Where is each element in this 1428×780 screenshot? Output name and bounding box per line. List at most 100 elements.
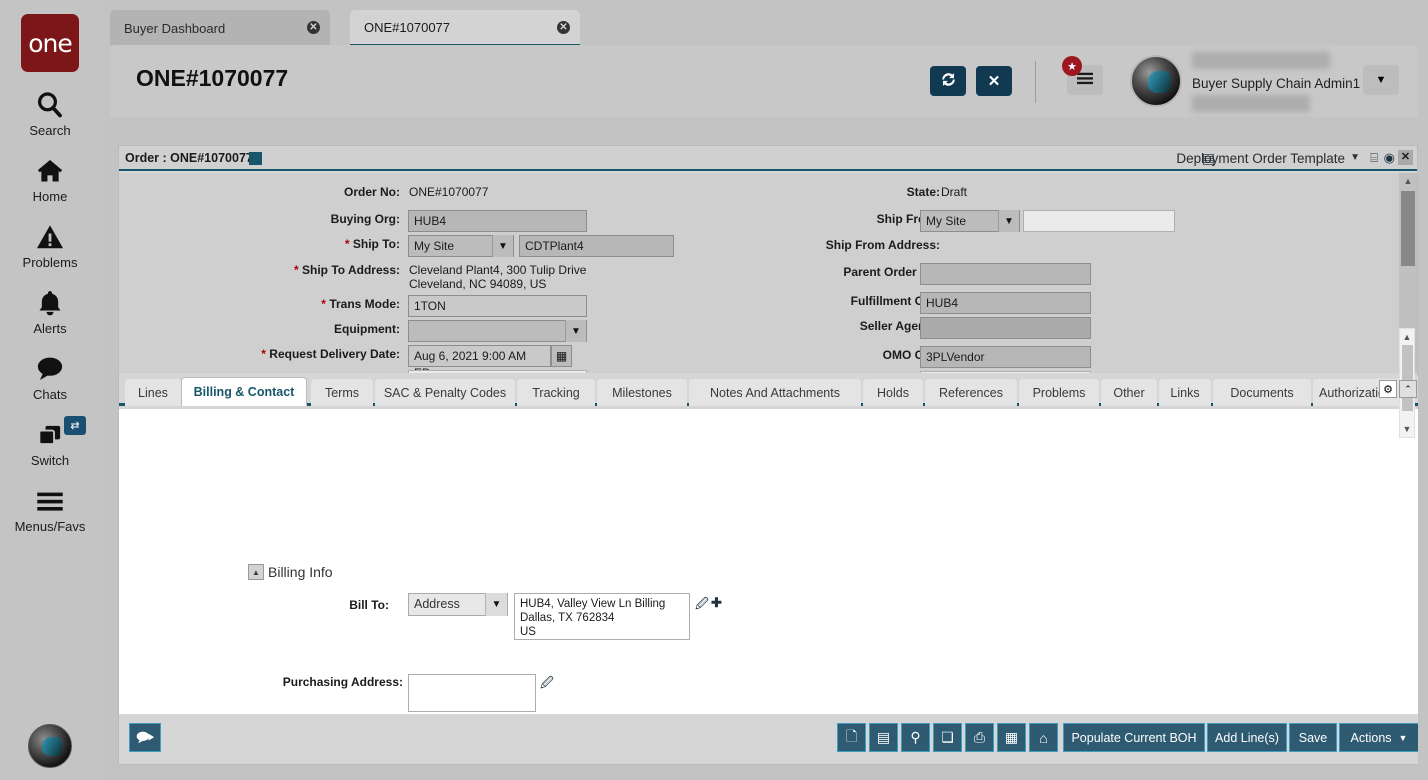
edit-pencil-icon[interactable]: 🖉	[540, 674, 554, 696]
add-lines-button[interactable]: Add Line(s)	[1207, 723, 1287, 752]
tab-holds[interactable]: Holds	[863, 379, 923, 406]
field-request-delivery-date: * Request Delivery Date: Aug 6, 2021 9:0…	[119, 345, 759, 373]
tab-links[interactable]: Links	[1159, 379, 1211, 406]
add-circle-icon[interactable]: ✚	[711, 595, 722, 611]
close-button[interactable]: ✕	[976, 66, 1012, 96]
scroll-up-icon[interactable]: ▲	[1400, 329, 1414, 345]
required-marker: *	[261, 347, 266, 361]
window-icon[interactable]	[249, 152, 262, 165]
tab-documents[interactable]: Documents	[1213, 379, 1311, 406]
scroll-down-icon[interactable]: ▼	[1400, 421, 1414, 437]
swap-arrows-icon[interactable]: ⇄	[64, 416, 86, 435]
promise-delivery-date-input[interactable]	[408, 370, 587, 373]
buyer-agents-input[interactable]	[920, 371, 1091, 373]
refresh-button[interactable]	[930, 66, 966, 96]
tab-notes-and-attachments[interactable]: Notes And Attachments	[689, 379, 861, 406]
tab-other[interactable]: Other	[1101, 379, 1157, 406]
main-window: Buyer Dashboard ✕ ONE#1070077 ✕ ONE#1070…	[100, 0, 1428, 780]
close-icon[interactable]: ✕	[557, 21, 570, 34]
clone-icon[interactable]: ❏	[933, 723, 962, 752]
gear-icon[interactable]: ⚙	[1379, 380, 1397, 398]
user-menu-button[interactable]: ▼	[1363, 65, 1399, 95]
scrollbar-thumb[interactable]	[1402, 345, 1413, 411]
field-label: * Trans Mode:	[321, 297, 400, 311]
bill-to-address[interactable]: HUB4, Valley View Ln Billing Dallas, TX …	[514, 593, 690, 640]
page-header: ONE#1070077 ✕ ★ Buyer Supply Chain Admin…	[110, 45, 1418, 117]
card-icon[interactable]: ▤	[869, 723, 898, 752]
hierarchy-icon[interactable]: ⌸	[1370, 150, 1378, 166]
close-x-icon: ✕	[987, 73, 1001, 90]
menu-button[interactable]: ★	[1062, 56, 1103, 95]
chat-play-icon[interactable]	[129, 723, 161, 752]
close-icon[interactable]: ✕	[307, 21, 320, 34]
avatar[interactable]	[1130, 55, 1182, 107]
tab-lines[interactable]: Lines	[125, 379, 181, 406]
warehouse-icon[interactable]: ⌂	[1029, 723, 1058, 752]
sidebar-item-menus-favs[interactable]: Menus/Favs	[0, 468, 100, 534]
chevron-down-icon[interactable]: ▼	[1350, 152, 1360, 163]
ship-to-select[interactable]: My Site ▼	[408, 235, 514, 257]
trans-mode-input[interactable]: 1TON	[408, 295, 587, 317]
billing-contact-panel	[119, 409, 1419, 764]
actions-button[interactable]: Actions ▼	[1339, 723, 1419, 752]
tab-tracking[interactable]: Tracking	[517, 379, 595, 406]
tab-sac-penalty-codes[interactable]: SAC & Penalty Codes	[375, 379, 515, 406]
bill-to-select[interactable]: Address ▼	[408, 593, 508, 616]
sidebar-item-home[interactable]: Home	[0, 138, 100, 204]
ship-from-select[interactable]: My Site ▼	[920, 210, 1020, 232]
billing-info-toggle[interactable]: ▲	[248, 564, 264, 580]
tab-references[interactable]: References	[925, 379, 1017, 406]
eye-icon[interactable]: ◉	[1384, 150, 1395, 166]
scroll-up-icon[interactable]: ▲	[1399, 173, 1417, 189]
app-tab-buyer-dashboard[interactable]: Buyer Dashboard ✕	[110, 10, 330, 46]
ship-from-site-input[interactable]	[1023, 210, 1175, 232]
scrollbar-thumb[interactable]	[1401, 191, 1415, 266]
bill-to-selected-value: Address	[414, 597, 460, 611]
calculator-icon[interactable]: ▦	[997, 723, 1026, 752]
purchasing-address-field[interactable]	[408, 674, 536, 712]
sidebar-item-problems[interactable]: Problems	[0, 204, 100, 270]
buying-org-input[interactable]: HUB4	[408, 210, 587, 232]
calendar-icon[interactable]: ▦	[551, 345, 572, 367]
request-delivery-date-input[interactable]: Aug 6, 2021 9:00 AM ED	[408, 345, 551, 373]
sidebar-item-chats[interactable]: Chats	[0, 336, 100, 402]
sidebar-item-label: Chats	[33, 387, 67, 402]
field-omo-org: OMO Org: 3PLVendor	[759, 346, 1399, 370]
seller-agents-input[interactable]	[920, 317, 1091, 339]
field-trans-mode: * Trans Mode: 1TON	[119, 295, 759, 319]
sidebar-item-label: Alerts	[33, 321, 67, 336]
field-ship-from-address: Ship From Address:	[759, 236, 1399, 260]
sidebar-avatar[interactable]	[28, 724, 72, 768]
sidebar-item-search[interactable]: Search	[0, 72, 100, 138]
one-logo[interactable]: one	[21, 14, 79, 72]
sidebar-item-alerts[interactable]: Alerts	[0, 270, 100, 336]
fulfillment-org-input[interactable]: HUB4	[920, 292, 1091, 314]
app-tab-label: Buyer Dashboard	[124, 20, 226, 36]
tab-authorization[interactable]: Authorization	[1313, 379, 1413, 406]
chevron-down-icon: ▼	[998, 210, 1019, 232]
tab-terms[interactable]: Terms	[311, 379, 373, 406]
equipment-select[interactable]: ▼	[408, 320, 587, 342]
field-state: State: Draft	[759, 183, 1399, 207]
edit-pencil-icon[interactable]: 🖉	[695, 595, 709, 617]
app-tab-order[interactable]: ONE#1070077 ✕	[350, 10, 580, 46]
omo-org-input[interactable]: 3PLVendor	[920, 346, 1091, 368]
parent-order-no-input[interactable]	[920, 263, 1091, 285]
copy-page-icon[interactable]: 🗋	[837, 723, 866, 752]
close-x-icon[interactable]: ✕	[1398, 150, 1413, 165]
ship-to-site-input[interactable]: CDTPlant4	[519, 235, 674, 257]
tab-label: Links	[1170, 385, 1200, 400]
sidebar-item-switch[interactable]: ⇄ Switch	[0, 402, 100, 468]
chevron-up-icon[interactable]: ⌃	[1399, 380, 1417, 398]
save-button[interactable]: Save	[1289, 723, 1337, 752]
printer-icon[interactable]: ⎙	[965, 723, 994, 752]
tab-problems[interactable]: Problems	[1019, 379, 1099, 406]
required-marker: *	[321, 297, 326, 311]
tab-milestones[interactable]: Milestones	[597, 379, 687, 406]
detail-tab-strip: Lines Billing & Contact Terms SAC & Pena…	[119, 376, 1419, 406]
populate-current-boh-button[interactable]: Populate Current BOH	[1063, 723, 1205, 752]
switch-windows-icon	[35, 418, 65, 452]
tab-billing-contact[interactable]: Billing & Contact	[181, 377, 307, 406]
template-selector[interactable]: Deployment Order Template	[1176, 151, 1345, 166]
audit-icon[interactable]: ⚲	[901, 723, 930, 752]
